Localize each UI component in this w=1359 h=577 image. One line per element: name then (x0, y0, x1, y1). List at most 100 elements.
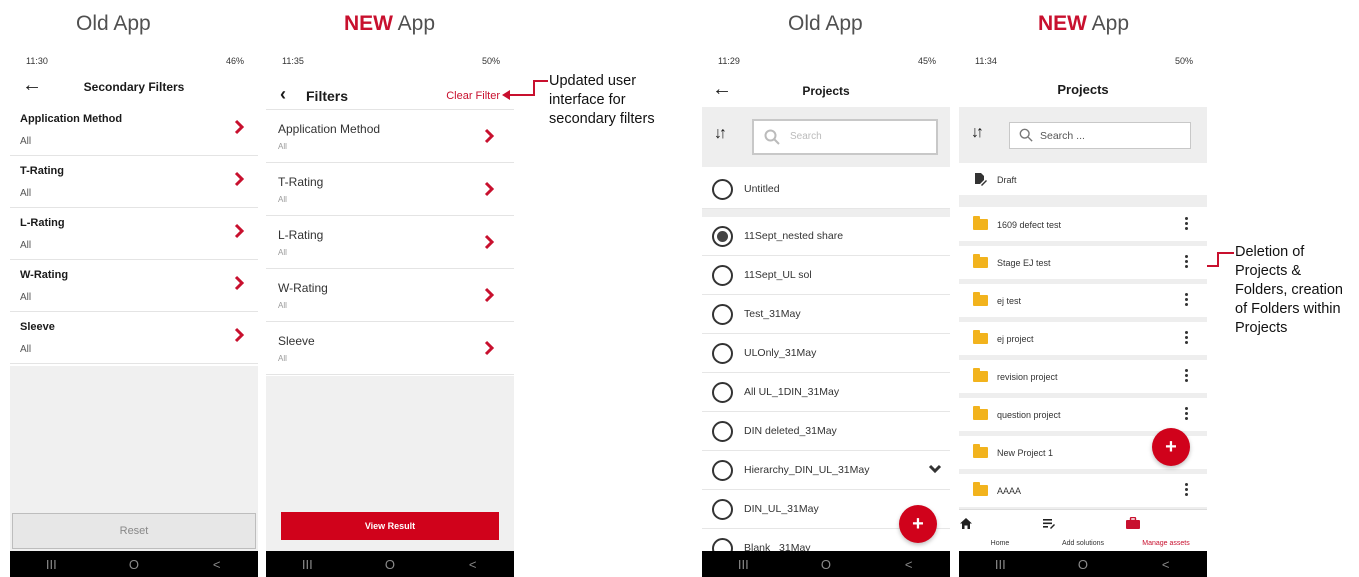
add-project-fab[interactable]: + (899, 505, 937, 543)
more-options-icon[interactable] (1185, 369, 1189, 384)
more-options-icon[interactable] (1185, 217, 1189, 232)
project-name: Test_31May (744, 308, 801, 320)
draft-icon (975, 173, 987, 186)
recent-apps-button[interactable]: III (31, 557, 71, 572)
annotation-line: Updated user (549, 73, 637, 89)
filter-label: Application Method (20, 113, 123, 125)
folder-item[interactable]: Stage EJ test (959, 246, 1207, 284)
project-name: 11Sept_UL sol (744, 269, 812, 281)
status-bar: 11:29 45% (702, 56, 950, 70)
more-options-icon[interactable] (1185, 483, 1189, 498)
folder-list: 1609 defect test Stage EJ test ej test e… (959, 208, 1207, 512)
project-item[interactable]: 11Sept_nested share (702, 217, 950, 256)
page-title: Projects (802, 84, 850, 98)
add-folder-fab[interactable]: + (1152, 428, 1190, 466)
more-options-icon[interactable] (1185, 255, 1189, 270)
more-options-icon[interactable] (1185, 407, 1189, 422)
tab-label: Add solutions (1061, 540, 1105, 547)
radio-button-selected[interactable] (712, 226, 733, 247)
project-item[interactable]: ULOnly_31May (702, 334, 950, 373)
search-input[interactable]: Search (752, 119, 938, 155)
app-label: App (1087, 12, 1130, 35)
folder-item[interactable]: ej project (959, 322, 1207, 360)
folder-item[interactable]: 1609 defect test (959, 208, 1207, 246)
recent-apps-button[interactable]: III (287, 557, 327, 572)
old-filters-screen: 11:30 46% ← Secondary Filters Applicatio… (10, 50, 258, 577)
folder-icon (973, 406, 988, 420)
chevron-right-icon (234, 171, 245, 187)
recent-apps-button[interactable]: III (723, 557, 763, 572)
project-item[interactable]: All UL_1DIN_31May (702, 373, 950, 412)
back-button[interactable]: < (197, 557, 237, 572)
filter-item-w-rating[interactable]: W-Rating All (10, 260, 258, 312)
project-item[interactable]: Test_31May (702, 295, 950, 334)
project-item[interactable]: Untitled (702, 170, 950, 209)
project-name: Hierarchy_DIN_UL_31May (744, 464, 870, 476)
filter-item-t-rating[interactable]: T-Rating All (266, 163, 514, 216)
search-input[interactable]: Search ... (1009, 122, 1191, 149)
filter-item-application-method[interactable]: Application Method All (10, 104, 258, 156)
radio-button[interactable] (712, 343, 733, 364)
more-options-icon[interactable] (1185, 331, 1189, 346)
filter-item-sleeve[interactable]: Sleeve All (10, 312, 258, 364)
project-name: 11Sept_nested share (744, 230, 844, 242)
search-bar-area: ↓↑ Search ... (959, 107, 1207, 163)
tab-manage-assets[interactable]: Manage assets (1125, 510, 1207, 552)
annotation-line: Folders, creation (1235, 282, 1343, 298)
sort-icon[interactable]: ↓↑ (971, 124, 984, 142)
project-item[interactable]: 11Sept_UL sol (702, 256, 950, 295)
back-button[interactable]: < (453, 557, 493, 572)
tab-home[interactable]: Home (959, 510, 1041, 552)
radio-button[interactable] (712, 179, 733, 200)
back-chevron-icon[interactable]: ‹ (280, 85, 286, 103)
list-add-icon (1043, 519, 1055, 529)
folder-name: AAAA (997, 486, 1022, 496)
home-button[interactable]: O (806, 557, 846, 572)
radio-button[interactable] (712, 265, 733, 286)
radio-button[interactable] (712, 382, 733, 403)
project-name: All UL_1DIN_31May (744, 386, 840, 398)
more-options-icon[interactable] (1185, 293, 1189, 308)
filter-item-application-method[interactable]: Application Method All (266, 110, 514, 163)
view-result-button[interactable]: View Result (281, 512, 499, 540)
header: ‹ Filters Clear Filter (266, 80, 514, 110)
page-title: Projects (1057, 82, 1109, 97)
folder-item[interactable]: AAAA (959, 474, 1207, 512)
radio-button[interactable] (712, 304, 733, 325)
home-button[interactable]: O (1063, 557, 1103, 572)
status-battery: 46% (225, 56, 244, 66)
clear-filter-button[interactable]: Clear Filter (446, 90, 500, 102)
filter-list: Application Method All T-Rating All L-Ra… (266, 110, 514, 375)
radio-button[interactable] (712, 499, 733, 520)
filter-item-t-rating[interactable]: T-Rating All (10, 156, 258, 208)
folder-item[interactable]: revision project (959, 360, 1207, 398)
project-item[interactable]: DIN deleted_31May (702, 412, 950, 451)
reset-button[interactable]: Reset (12, 513, 256, 549)
back-button[interactable]: < (889, 557, 929, 572)
filter-item-sleeve[interactable]: Sleeve All (266, 322, 514, 375)
project-item[interactable]: Hierarchy_DIN_UL_31May (702, 451, 950, 490)
back-button[interactable]: < (1146, 557, 1186, 572)
tab-label: Home (990, 540, 1010, 547)
radio-button[interactable] (712, 460, 733, 481)
page-title: Secondary Filters (83, 80, 185, 94)
filter-value: All (20, 188, 32, 199)
filters-annotation: Updated user interface for secondary fil… (549, 72, 655, 129)
filter-item-w-rating[interactable]: W-Rating All (266, 269, 514, 322)
home-button[interactable]: O (114, 557, 154, 572)
folder-item[interactable]: ej test (959, 284, 1207, 322)
filter-label: L-Rating (278, 228, 324, 242)
tab-add-solutions[interactable]: Add solutions (1042, 510, 1124, 552)
new-filters-screen: 11:35 50% ‹ Filters Clear Filter Applica… (266, 50, 514, 577)
recent-apps-button[interactable]: III (980, 557, 1020, 572)
filter-value: All (20, 136, 32, 147)
filter-label: Application Method (278, 122, 381, 136)
filter-item-l-rating[interactable]: L-Rating All (266, 216, 514, 269)
home-button[interactable]: O (370, 557, 410, 572)
radio-button[interactable] (712, 421, 733, 442)
folder-name: Stage EJ test (997, 258, 1051, 268)
draft-item[interactable]: Draft (959, 165, 1207, 195)
sort-icon[interactable]: ↓↑ (714, 125, 727, 143)
chevron-down-icon[interactable] (928, 463, 942, 475)
filter-item-l-rating[interactable]: L-Rating All (10, 208, 258, 260)
